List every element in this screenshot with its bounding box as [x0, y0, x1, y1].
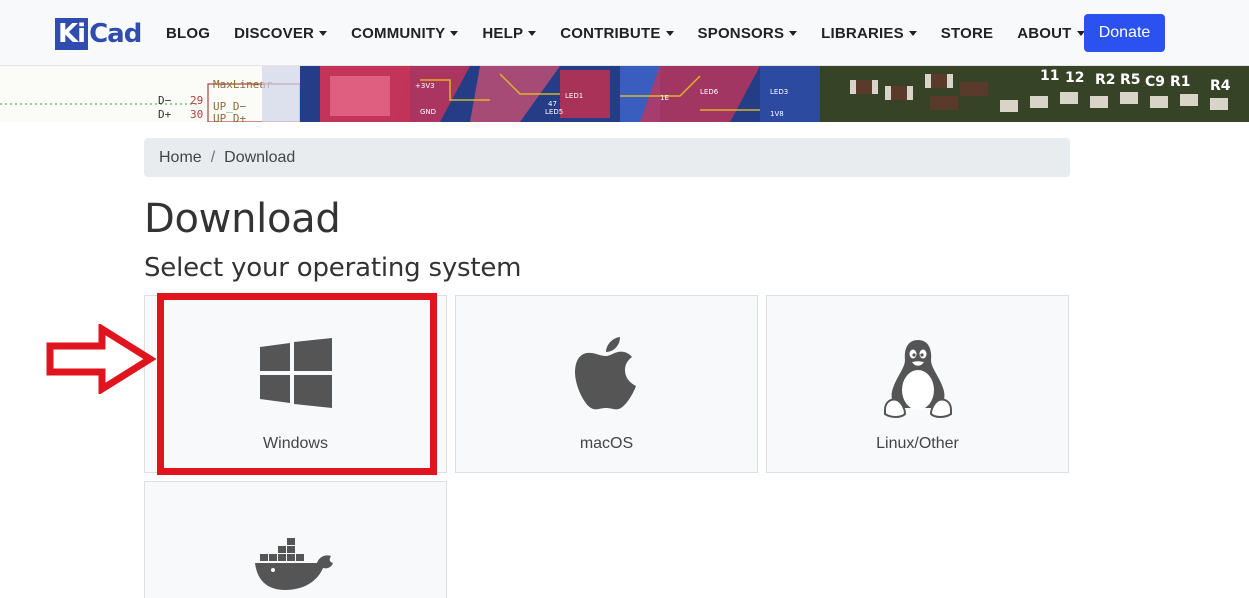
nav-label: CONTRIBUTE — [560, 24, 661, 42]
pcb-banner-image: MaxLinear D− D+ 29 30 UP_D− UP_D+ +3V3 G… — [0, 66, 1249, 122]
nav-menu: BLOG DISCOVER COMMUNITY HELP CONTRIBUTE … — [166, 0, 1109, 66]
breadcrumb-home-link[interactable]: Home — [159, 149, 202, 167]
banner-board-label: R4 — [1210, 78, 1231, 94]
nav-label: DISCOVER — [234, 24, 315, 42]
nav-label: COMMUNITY — [351, 24, 446, 42]
nav-item-blog[interactable]: BLOG — [166, 25, 210, 42]
banner-pin: D− — [158, 94, 172, 107]
caret-down-icon — [665, 30, 674, 36]
banner-pcb-label: 1E — [660, 94, 669, 102]
os-card-docker[interactable] — [144, 481, 447, 598]
nav-item-contribute[interactable]: CONTRIBUTE — [560, 24, 674, 42]
donate-button[interactable]: Donate — [1084, 14, 1165, 52]
logo-cad: Cad — [89, 19, 142, 49]
os-card-windows[interactable]: Windows — [144, 295, 447, 473]
os-card-label: Linux/Other — [876, 435, 959, 452]
banner-pcb-label: LED5 — [545, 108, 563, 116]
nav-item-discover[interactable]: DISCOVER — [234, 24, 328, 42]
caret-down-icon — [319, 30, 328, 36]
banner-pin: UP_D+ — [213, 112, 246, 122]
caret-down-icon — [908, 30, 917, 36]
apple-icon — [575, 337, 636, 410]
nav-item-community[interactable]: COMMUNITY — [351, 24, 459, 42]
nav-item-sponsors[interactable]: SPONSORS — [698, 25, 798, 42]
banner-pcb-label: +3V3 — [415, 82, 435, 90]
caret-down-icon — [528, 30, 537, 36]
nav-item-help[interactable]: HELP — [482, 24, 537, 42]
nav-label: HELP — [482, 24, 524, 42]
page-subtitle: Select your operating system — [144, 253, 522, 283]
breadcrumb-separator: / — [210, 148, 216, 166]
kicad-logo[interactable]: Ki Cad — [55, 17, 143, 51]
caret-down-icon — [789, 30, 798, 36]
os-card-label: macOS — [579, 435, 634, 452]
banner-pin: 29 — [190, 94, 203, 107]
right-arrow-icon — [46, 324, 156, 394]
os-card-macos[interactable]: macOS — [455, 295, 758, 473]
nav-item-about[interactable]: ABOUT — [1017, 24, 1085, 42]
banner-board-label: R5 — [1120, 72, 1141, 88]
nav-label: SPONSORS — [697, 24, 785, 42]
caret-down-icon — [450, 30, 459, 36]
banner-board-label: 12 — [1065, 70, 1084, 86]
banner-pcb-label: GND — [420, 108, 436, 116]
banner-pin: D+ — [158, 108, 172, 121]
nav-label: STORE — [940, 24, 994, 42]
logo-ki: Ki — [55, 18, 89, 50]
nav-label: ABOUT — [1017, 24, 1072, 42]
nav-item-libraries[interactable]: LIBRARIES — [821, 25, 917, 42]
nav-item-store[interactable]: STORE — [941, 25, 993, 42]
hero-banner: MaxLinear D− D+ 29 30 UP_D− UP_D+ +3V3 G… — [0, 66, 1249, 122]
nav-label: BLOG — [166, 24, 211, 42]
os-card-linux[interactable]: Linux/Other — [766, 295, 1069, 473]
banner-pcb-label: LED6 — [700, 88, 719, 96]
banner-pcb-label: 1V8 — [770, 110, 784, 118]
docker-whale-icon — [255, 538, 333, 590]
banner-board-label: C9 — [1145, 74, 1165, 90]
banner-pin: 30 — [190, 108, 203, 121]
navbar: Ki Cad BLOG DISCOVER COMMUNITY HELP CONT… — [0, 0, 1249, 66]
banner-board-label: R2 — [1095, 72, 1116, 88]
banner-pcb-label: LED3 — [770, 88, 788, 96]
windows-icon — [260, 338, 332, 408]
page-title: Download — [144, 196, 341, 242]
banner-pcb-label: 47 — [548, 100, 557, 108]
banner-pcb-label: LED1 — [565, 92, 583, 100]
banner-board-label: R1 — [1170, 74, 1191, 90]
banner-board-label: 11 — [1040, 68, 1059, 84]
breadcrumb: Home / Download — [144, 138, 1070, 177]
breadcrumb-current: Download — [224, 148, 296, 166]
tux-penguin-icon — [884, 340, 952, 418]
nav-label: LIBRARIES — [821, 24, 904, 42]
os-card-label: Windows — [263, 435, 328, 452]
